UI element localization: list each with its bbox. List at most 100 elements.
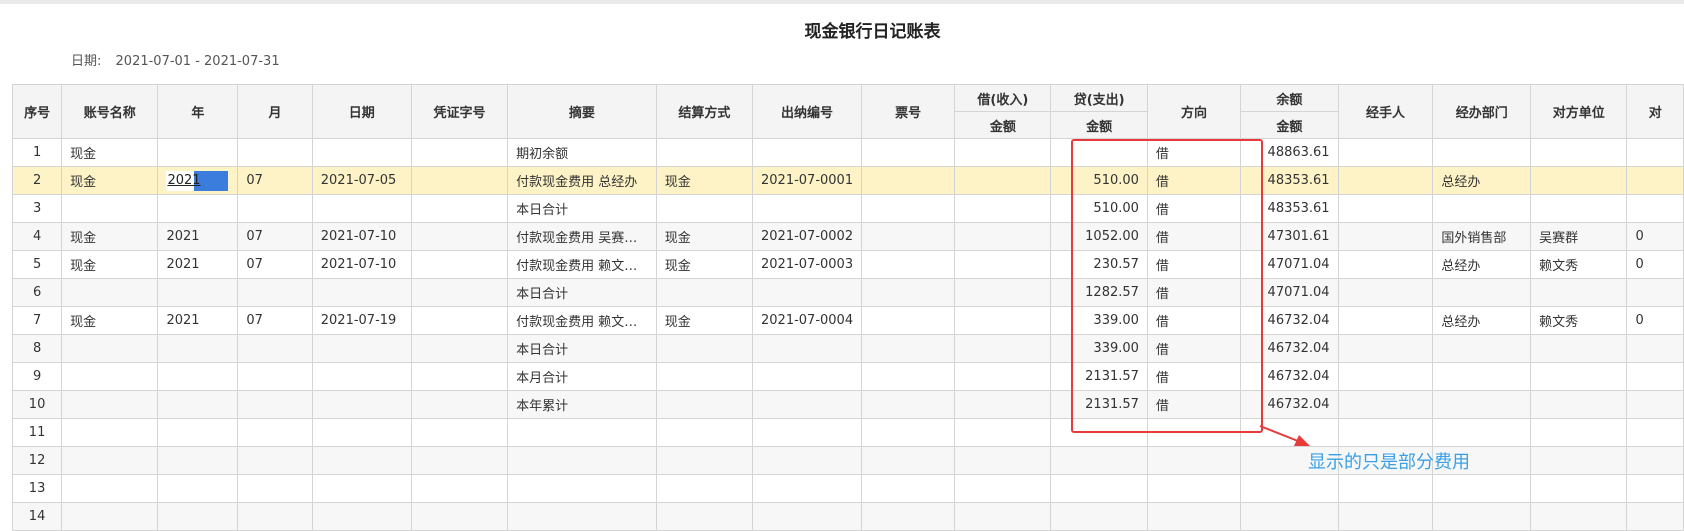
cell-cashier-no[interactable]: 2021-07-0002: [751, 222, 863, 251]
cell-counterparty[interactable]: [1530, 418, 1628, 447]
cell-counterparty[interactable]: [1530, 390, 1628, 419]
cell-handler[interactable]: [1337, 418, 1434, 447]
cell-account[interactable]: [61, 502, 159, 531]
cell-counterparty[interactable]: 赖文秀: [1530, 306, 1628, 335]
cell-department[interactable]: [1432, 278, 1532, 307]
cell-year[interactable]: 2021: [157, 222, 239, 251]
cell-account[interactable]: [61, 418, 159, 447]
table-row[interactable]: 7 现金 2021 07 2021-07-19 付款现金费用 赖文… 现金 2021-07-0…: [11, 306, 1684, 335]
table-row[interactable]: 2 现金 2021 07 2021-07-05 付款现金费用 总经办 现金 2021-07-0…: [11, 166, 1684, 195]
cell-summary[interactable]: [507, 418, 657, 447]
cell-settlement[interactable]: [655, 474, 754, 503]
cell-extra[interactable]: [1626, 390, 1684, 419]
col-header-ticket-no[interactable]: 票号: [861, 84, 956, 139]
cell-seq[interactable]: 9: [11, 362, 63, 391]
cell-month[interactable]: [237, 502, 313, 531]
cell-settlement[interactable]: [655, 390, 754, 419]
cell-seq[interactable]: 3: [11, 194, 63, 223]
cell-handler[interactable]: [1337, 222, 1434, 251]
cell-seq[interactable]: 10: [11, 390, 63, 419]
cell-ticket-no[interactable]: [861, 222, 956, 251]
cell-department[interactable]: [1432, 502, 1532, 531]
cell-date[interactable]: [311, 362, 412, 391]
cell-ticket-no[interactable]: [861, 362, 956, 391]
cell-counterparty[interactable]: [1530, 334, 1628, 363]
cell-balance[interactable]: [1240, 502, 1339, 531]
cell-month[interactable]: [237, 278, 313, 307]
cell-counterparty[interactable]: [1530, 502, 1628, 531]
col-header-balance[interactable]: 余额: [1240, 84, 1339, 112]
cell-voucher[interactable]: [410, 362, 509, 391]
cell-year[interactable]: [157, 278, 239, 307]
table-row[interactable]: 3 本日合计 510.00 借 48353.61: [11, 194, 1684, 223]
cell-month[interactable]: [237, 194, 313, 223]
cell-summary[interactable]: 本日合计: [507, 194, 657, 223]
cell-voucher[interactable]: [410, 222, 509, 251]
cell-voucher[interactable]: [410, 194, 509, 223]
col-header-settlement[interactable]: 结算方式: [655, 84, 754, 139]
cell-extra[interactable]: [1626, 446, 1684, 475]
cell-handler[interactable]: [1337, 362, 1434, 391]
cell-date[interactable]: [311, 390, 412, 419]
cell-cashier-no[interactable]: [751, 138, 863, 167]
cell-cashier-no[interactable]: [751, 474, 863, 503]
cell-handler[interactable]: [1337, 306, 1434, 335]
col-header-debit-amount[interactable]: 金额: [954, 111, 1052, 139]
cell-extra[interactable]: 0: [1626, 250, 1684, 279]
cell-year[interactable]: [157, 418, 239, 447]
cell-department[interactable]: 总经办: [1432, 306, 1532, 335]
cell-debit[interactable]: [954, 138, 1052, 167]
cell-department[interactable]: [1432, 362, 1532, 391]
cell-voucher[interactable]: [410, 390, 509, 419]
col-header-account[interactable]: 账号名称: [61, 84, 159, 139]
col-header-year[interactable]: 年: [157, 84, 239, 139]
cell-year[interactable]: [157, 446, 239, 475]
cell-date[interactable]: 2021-07-19: [311, 306, 412, 335]
cell-credit[interactable]: [1050, 502, 1148, 531]
col-header-department[interactable]: 经办部门: [1432, 84, 1532, 139]
cell-summary[interactable]: 本日合计: [507, 334, 657, 363]
cell-ticket-no[interactable]: [861, 250, 956, 279]
cell-settlement[interactable]: [655, 138, 754, 167]
cell-date[interactable]: [311, 474, 412, 503]
cell-date[interactable]: [311, 334, 412, 363]
cell-settlement[interactable]: 现金: [655, 222, 754, 251]
cell-seq[interactable]: 14: [11, 502, 63, 531]
table-row[interactable]: 6 本日合计 1282.57 借 47071.04: [11, 278, 1684, 307]
cell-cashier-no[interactable]: [751, 502, 863, 531]
cell-extra[interactable]: [1626, 278, 1684, 307]
cell-handler[interactable]: [1337, 502, 1434, 531]
cell-debit[interactable]: [954, 390, 1052, 419]
cell-cashier-no[interactable]: [751, 278, 863, 307]
cell-cashier-no[interactable]: [751, 446, 863, 475]
cell-ticket-no[interactable]: [861, 306, 956, 335]
cell-seq[interactable]: 4: [11, 222, 63, 251]
col-header-cashier-no[interactable]: 出纳编号: [751, 84, 863, 139]
cell-handler[interactable]: [1337, 166, 1434, 195]
cell-settlement[interactable]: 现金: [655, 166, 754, 195]
col-header-handler[interactable]: 经手人: [1337, 84, 1434, 139]
cell-counterparty[interactable]: 吴赛群: [1530, 222, 1628, 251]
cell-extra[interactable]: [1626, 474, 1684, 503]
col-header-summary[interactable]: 摘要: [507, 84, 657, 139]
cell-account[interactable]: 现金: [61, 306, 159, 335]
cell-seq[interactable]: 1: [11, 138, 63, 167]
cell-department[interactable]: 国外销售部: [1432, 222, 1532, 251]
cell-summary[interactable]: [507, 474, 657, 503]
cell-debit[interactable]: [954, 334, 1052, 363]
cell-credit[interactable]: [1050, 474, 1148, 503]
cell-department[interactable]: [1432, 474, 1532, 503]
cell-debit[interactable]: [954, 306, 1052, 335]
cell-department[interactable]: [1432, 194, 1532, 223]
cell-voucher[interactable]: [410, 278, 509, 307]
cell-account[interactable]: [61, 390, 159, 419]
cell-debit[interactable]: [954, 362, 1052, 391]
cell-counterparty[interactable]: [1530, 278, 1628, 307]
cell-settlement[interactable]: [655, 502, 754, 531]
cell-ticket-no[interactable]: [861, 502, 956, 531]
cell-year[interactable]: 2021: [157, 250, 239, 279]
cell-cashier-no[interactable]: 2021-07-0001: [751, 166, 863, 195]
cell-cashier-no[interactable]: [751, 334, 863, 363]
cell-debit[interactable]: [954, 446, 1052, 475]
cell-seq[interactable]: 2: [11, 166, 63, 195]
